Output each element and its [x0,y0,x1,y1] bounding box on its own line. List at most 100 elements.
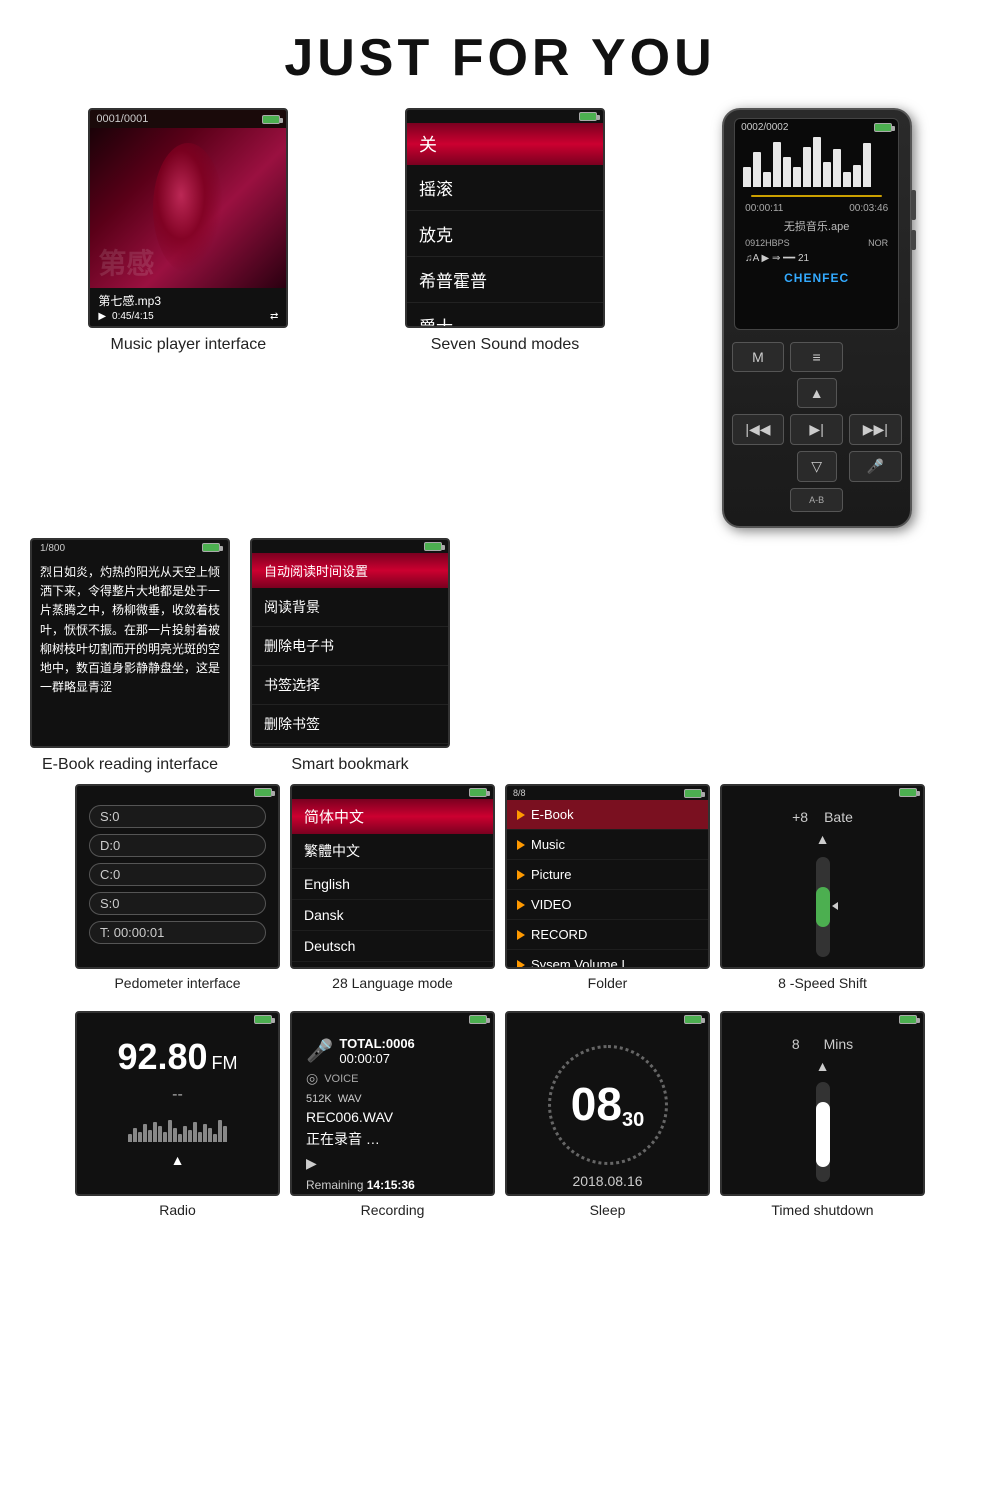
lang-item-3[interactable]: Dansk [292,900,493,931]
lang-top [292,786,493,799]
sleep-wrap: 08 30 2018.08.16 Sleep [505,1011,710,1218]
timed-track[interactable] [816,1082,830,1182]
device-screen: 0002/0002 [734,118,899,330]
ab-button[interactable]: A-B [790,488,843,512]
speed-arrow-up[interactable]: ▲ [816,831,830,847]
device-time-row: 00:00:11 00:03:46 [735,201,898,216]
radio-wrap: 92.80 FM -- [75,1011,280,1218]
mic-button[interactable]: 🎤 [849,451,902,482]
device-playback-row: ♫A ▶ ⇒ ━━ 21 [735,250,898,267]
rec-top [292,1013,493,1026]
bookmark-item-2[interactable]: 删除电子书 [252,627,448,666]
device-container: 0002/0002 [722,108,912,528]
speed-screen: +8 Bate ▲ ▼ [720,784,925,969]
eq-bar-7 [803,147,811,187]
prev-button[interactable]: |◀◀ [732,414,785,445]
sound-selected[interactable]: 关 [407,123,603,165]
speed-slider[interactable] [816,853,830,961]
bookmark-item-1[interactable]: 阅读背景 [252,588,448,627]
folder-item-2[interactable]: Music [507,830,708,860]
recording-screen: 🎤 TOTAL:0006 00:00:07 ◎ VOICE 512K WAV [290,1011,495,1196]
bookmark-item-3[interactable]: 书签选择 [252,666,448,705]
lang-item-5[interactable]: Italiano [292,962,493,969]
lang-selected[interactable]: 简体中文 [292,799,493,834]
radio-unit: FM [212,1053,238,1074]
rec-total-row: 🎤 TOTAL:0006 00:00:07 [306,1036,479,1066]
folder-item-1[interactable]: E-Book [507,800,708,830]
next-button[interactable]: ▶▶| [849,414,902,445]
radio-frequency: 92.80 [117,1036,207,1078]
section-middle: S:0 D:0 C:0 S:0 T: 00:00:01 Pedometer in… [0,774,1000,1001]
music-top-bar: 0001/0001 [90,110,286,128]
folder-item-4[interactable]: VIDEO [507,890,708,920]
timed-arrow-up[interactable]: ▲ [816,1058,830,1074]
sound-item-2[interactable]: 放克 [407,211,603,257]
rb1 [128,1134,132,1142]
rec-voice-row: ◎ VOICE [306,1070,479,1087]
play-pause-button[interactable]: ▶| [790,414,843,445]
radio-battery [254,1015,272,1024]
device-shell: 0002/0002 [722,108,912,528]
sound-item-4[interactable]: 爵士 [407,303,603,328]
device-time-left: 00:00:11 [745,203,783,214]
folder-item-3[interactable]: Picture [507,860,708,890]
folder-battery [684,789,702,798]
ebook-group: 1/800 烈日如炎，灼热的阳光从天空上倾洒下来，令得整片大地都是处于一片蒸腾之… [30,538,230,774]
pedometer-wrap: S:0 D:0 C:0 S:0 T: 00:00:01 Pedometer in… [75,784,280,991]
speed-top [722,786,923,799]
folder-icon-5 [517,930,525,940]
down-button[interactable]: ▽ [797,451,837,482]
eq-bar-10 [833,149,841,187]
timed-arrow-down[interactable]: ▼ [816,1190,830,1196]
bookmark-item-4[interactable]: 删除书签 [252,705,448,744]
section-ebook-row: 1/800 烈日如炎，灼热的阳光从天空上倾洒下来，令得整片大地都是处于一片蒸腾之… [0,528,1000,774]
eq-bar-13 [863,143,871,187]
folder-item-6[interactable]: Sysem Volume I... [507,950,708,969]
radio-tune-arrow[interactable]: ▲ [171,1152,185,1168]
lang-item-1[interactable]: 繁體中文 [292,834,493,869]
rec-remaining: Remaining 14:15:36 [306,1178,479,1192]
section-bottom: 92.80 FM -- [0,1001,1000,1228]
device-top-bar: 0002/0002 [735,119,898,136]
rb15 [198,1132,202,1142]
folder-item-label-1: E-Book [531,807,574,822]
recording-label: Recording [361,1202,425,1218]
device-battery [874,123,892,132]
lang-battery [469,788,487,797]
lang-item-4[interactable]: Deutsch [292,931,493,962]
rb18 [213,1134,217,1142]
eq-bar-2 [753,152,761,187]
rb2 [133,1128,137,1142]
ebook-text: 烈日如炎，灼热的阳光从天空上倾洒下来，令得整片大地都是处于一片蒸腾之中，杨柳微垂… [32,557,228,703]
folder-icon-3 [517,870,525,880]
section-top-row: 0001/0001 第感 第七感.mp3 ▶ 0:45/4:15 ⇄ Music… [0,108,1000,528]
rec-play-icon[interactable]: ▶ [306,1155,479,1172]
sound-item-3[interactable]: 希普霍普 [407,257,603,303]
device-track-name: 无损音乐.ape [735,216,898,236]
eq-bar-4 [773,142,781,187]
music-player-group: 0001/0001 第感 第七感.mp3 ▶ 0:45/4:15 ⇄ Music… [88,108,288,354]
up-button[interactable]: ▲ [797,378,837,408]
speed-arrow-down[interactable]: ▼ [816,967,830,969]
bookmark-selected[interactable]: 自动阅读时间设置 [252,553,448,588]
eq-bar-12 [853,165,861,187]
folder-icon-1 [517,810,525,820]
device-playback: ♫A ▶ ⇒ ━━ 21 [745,253,809,264]
play-icon: ▶ [98,311,106,322]
sound-item-1[interactable]: 摇滚 [407,165,603,211]
menu-button[interactable]: ≡ [790,342,843,372]
song-name: 第七感.mp3 [98,292,278,309]
bookmark-item-5[interactable]: 添加书签 [252,744,448,748]
m-button[interactable]: M [732,342,785,372]
radio-label: Radio [159,1202,196,1218]
device-track-number: 0002/0002 [741,122,788,133]
folder-icon-4 [517,900,525,910]
lang-item-2[interactable]: English [292,869,493,900]
pedo-battery [254,788,272,797]
eq-bar-9 [823,162,831,187]
bookmark-battery [424,542,442,551]
sleep-display: 08 30 2018.08.16 [507,1026,708,1196]
folder-item-5[interactable]: RECORD [507,920,708,950]
eq-bar-1 [743,167,751,187]
language-label: 28 Language mode [332,975,453,991]
